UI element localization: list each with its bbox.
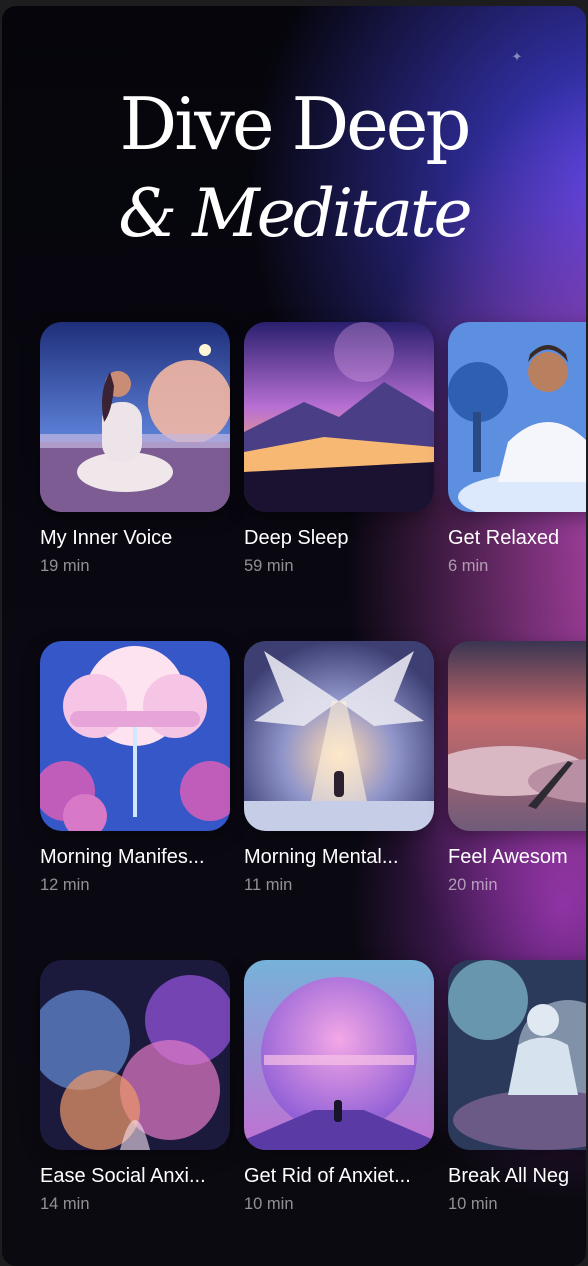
session-duration: 10 min bbox=[244, 1195, 294, 1213]
session-title: Morning Manifes... bbox=[40, 846, 205, 868]
session-duration: 19 min bbox=[40, 557, 90, 575]
session-thumbnail bbox=[40, 960, 230, 1150]
session-title: Feel Awesom bbox=[448, 846, 568, 868]
session-title: Break All Neg bbox=[448, 1165, 570, 1187]
session-thumbnail bbox=[244, 322, 434, 512]
session-duration: 11 min bbox=[244, 876, 293, 894]
session-thumbnail bbox=[244, 641, 434, 831]
page-title-line-2: & Meditate bbox=[118, 175, 472, 252]
session-duration: 12 min bbox=[40, 876, 90, 894]
app-screen: ✦ Dive Deep & Meditate My Inner Voice 19… bbox=[2, 6, 586, 1266]
session-title: Get Relaxed bbox=[448, 527, 560, 549]
session-card-feel-awesome[interactable]: Feel Awesom 20 min bbox=[448, 641, 586, 901]
session-thumbnail bbox=[244, 960, 434, 1150]
session-thumbnail bbox=[448, 641, 586, 831]
sparkle-icon: ✦ bbox=[511, 50, 523, 65]
session-card-morning-mental[interactable]: Morning Mental... 11 min bbox=[244, 641, 434, 901]
session-duration: 59 min bbox=[244, 557, 294, 575]
session-title: Get Rid of Anxiet... bbox=[244, 1165, 411, 1187]
session-card-my-inner-voice[interactable]: My Inner Voice 19 min bbox=[40, 322, 230, 582]
session-duration: 20 min bbox=[448, 876, 498, 894]
session-thumbnail bbox=[448, 322, 586, 512]
session-duration: 10 min bbox=[448, 1195, 498, 1213]
session-card-get-rid-of-anxiety[interactable]: Get Rid of Anxiet... 10 min bbox=[244, 960, 434, 1220]
session-thumbnail bbox=[40, 322, 230, 512]
session-duration: 6 min bbox=[448, 557, 489, 575]
session-card-break-all-negativity[interactable]: Break All Neg 10 min bbox=[448, 960, 586, 1220]
session-thumbnail bbox=[40, 641, 230, 831]
session-card-deep-sleep[interactable]: Deep Sleep 59 min bbox=[244, 322, 434, 582]
page-title-line-1: Dive Deep bbox=[119, 82, 472, 166]
session-title: Morning Mental... bbox=[244, 846, 399, 868]
session-title: My Inner Voice bbox=[40, 527, 173, 549]
session-card-morning-manifestation[interactable]: Morning Manifes... 12 min bbox=[40, 641, 230, 901]
session-thumbnail bbox=[448, 960, 586, 1150]
session-title: Deep Sleep bbox=[244, 527, 349, 549]
session-title: Ease Social Anxi... bbox=[40, 1165, 206, 1187]
session-duration: 14 min bbox=[40, 1195, 90, 1213]
session-card-get-relaxed[interactable]: Get Relaxed 6 min bbox=[448, 322, 586, 582]
session-card-ease-social-anxiety[interactable]: Ease Social Anxi... 14 min bbox=[40, 960, 230, 1220]
